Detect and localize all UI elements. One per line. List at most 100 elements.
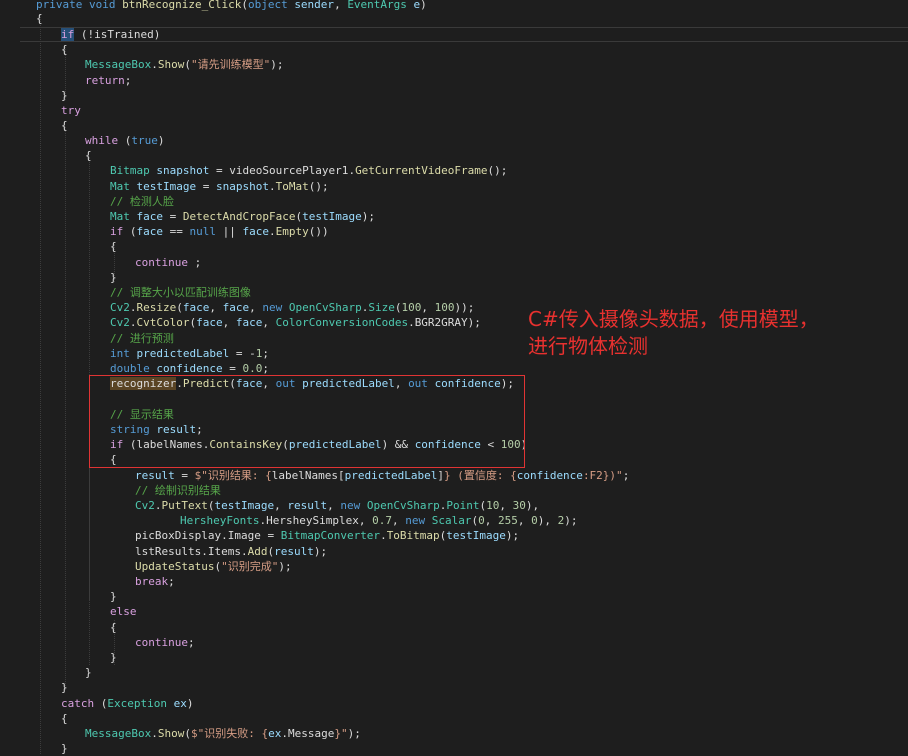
code-token: catch (61, 697, 101, 710)
code-token: GetCurrentVideoFrame (355, 164, 488, 177)
code-token: { (36, 12, 43, 25)
code-token: ToMat (275, 180, 309, 193)
code-token: Exception (107, 697, 174, 710)
code-token: . (408, 316, 415, 329)
code-token: face (196, 316, 223, 329)
code-token: , (517, 514, 532, 527)
code-token: = (163, 210, 183, 223)
annotation-text: C#传入摄像头数据，使用模型， 进行物体检测 (528, 306, 819, 360)
code-token: Mat (110, 180, 137, 193)
code-line: Cv2.Resize(face, face, new OpenCvSharp.S… (110, 300, 474, 315)
code-line: } (110, 589, 117, 604)
code-token: ) (420, 0, 427, 11)
code-token: CvtColor (136, 316, 190, 329)
code-token: try (61, 104, 81, 117)
code-token: Show (157, 58, 185, 71)
code-token: Message (287, 727, 335, 740)
code-line: Cv2.CvtColor(face, face, ColorConversion… (110, 315, 481, 330)
code-token: // 进行预测 (110, 332, 174, 345)
code-line: picBoxDisplay.Image = BitmapConverter.To… (135, 528, 519, 543)
code-line: } (110, 270, 117, 285)
code-token: result (287, 499, 328, 512)
code-line: { (61, 42, 68, 57)
code-token: Mat (110, 210, 137, 223)
code-token: face (136, 225, 164, 238)
code-token: } (110, 651, 117, 664)
code-token: predictedLabel (344, 469, 438, 482)
code-token: 100 (401, 301, 422, 314)
code-token: (); (487, 164, 508, 177)
code-token: 0 (478, 514, 485, 527)
code-token: Cv2 (110, 301, 130, 314)
code-token: ; (187, 636, 195, 649)
code-token: snapshot (215, 180, 269, 193)
code-token: MessageBox (85, 727, 152, 740)
code-line: // 进行预测 (110, 331, 174, 346)
code-line: catch (Exception ex) (61, 696, 193, 711)
code-line: if (face == null || face.Empty()) (110, 224, 329, 239)
code-token: ); (313, 545, 328, 558)
code-editor[interactable]: private void btnRecognize_Click(object s… (0, 0, 908, 755)
code-token: void (88, 0, 123, 11)
code-token: { (85, 149, 92, 162)
code-line: Mat face = DetectAndCropFace(testImage); (110, 209, 375, 224)
code-line: while (true) (85, 133, 165, 148)
code-token: null (189, 225, 217, 238)
code-token: || (216, 225, 243, 238)
code-token: = (196, 180, 216, 193)
code-token: ); (361, 210, 375, 223)
code-token: if (61, 28, 75, 41)
code-line: MessageBox.Show($"识别失败: {ex.Message}"); (85, 726, 361, 741)
code-token: UpdateStatus (135, 560, 215, 573)
indent-guide (40, 14, 41, 754)
code-line: } (85, 665, 92, 680)
code-token: . (129, 301, 137, 314)
code-line: Bitmap snapshot = videoSourcePlayer1.Get… (110, 163, 507, 178)
code-token: ), (525, 499, 540, 512)
code-token: 30 (512, 499, 526, 512)
code-token: } (61, 89, 68, 102)
indent-guide (65, 127, 66, 690)
code-token: , (334, 0, 348, 11)
code-token: . (129, 316, 137, 329)
code-token: object (247, 0, 295, 11)
code-token: true (131, 134, 158, 147)
code-token: . (151, 58, 158, 71)
code-token: face (222, 301, 250, 314)
code-token: ) (157, 134, 165, 147)
code-token: confidence (156, 362, 223, 375)
code-token: Cv2 (135, 499, 155, 512)
code-token: ); (467, 316, 481, 329)
code-line: } (61, 88, 68, 103)
code-token: ; (262, 362, 269, 375)
code-token: face (235, 316, 263, 329)
code-token: ), (537, 514, 558, 527)
code-token: { (61, 119, 68, 132)
code-token: return (85, 74, 125, 87)
code-token: { (110, 240, 117, 253)
code-token: MessageBox (85, 58, 152, 71)
code-token: , (391, 514, 406, 527)
code-token: "识别完成" (221, 560, 279, 573)
code-line: HersheyFonts.HersheySimplex, 0.7, new Sc… (180, 513, 577, 528)
code-token: { (61, 43, 68, 56)
code-token: testImage (214, 499, 275, 512)
code-token: result (135, 469, 175, 482)
code-token: , (358, 514, 373, 527)
code-token: 10 (486, 499, 500, 512)
code-token: ; (124, 74, 132, 87)
code-token: ] (437, 469, 444, 482)
code-token: 100 (434, 301, 455, 314)
code-token: OpenCvSharp (288, 301, 362, 314)
code-token: [ (337, 469, 345, 482)
code-token: ) (186, 697, 194, 710)
code-token: 0.7 (372, 514, 392, 527)
code-token: new (340, 499, 367, 512)
code-token: . (281, 727, 288, 740)
code-token: = - (229, 347, 256, 360)
code-token: . (268, 180, 276, 193)
code-token: == (163, 225, 190, 238)
code-token: , (209, 301, 223, 314)
code-line: { (110, 239, 117, 254)
code-token: picBoxDisplay (135, 529, 222, 542)
